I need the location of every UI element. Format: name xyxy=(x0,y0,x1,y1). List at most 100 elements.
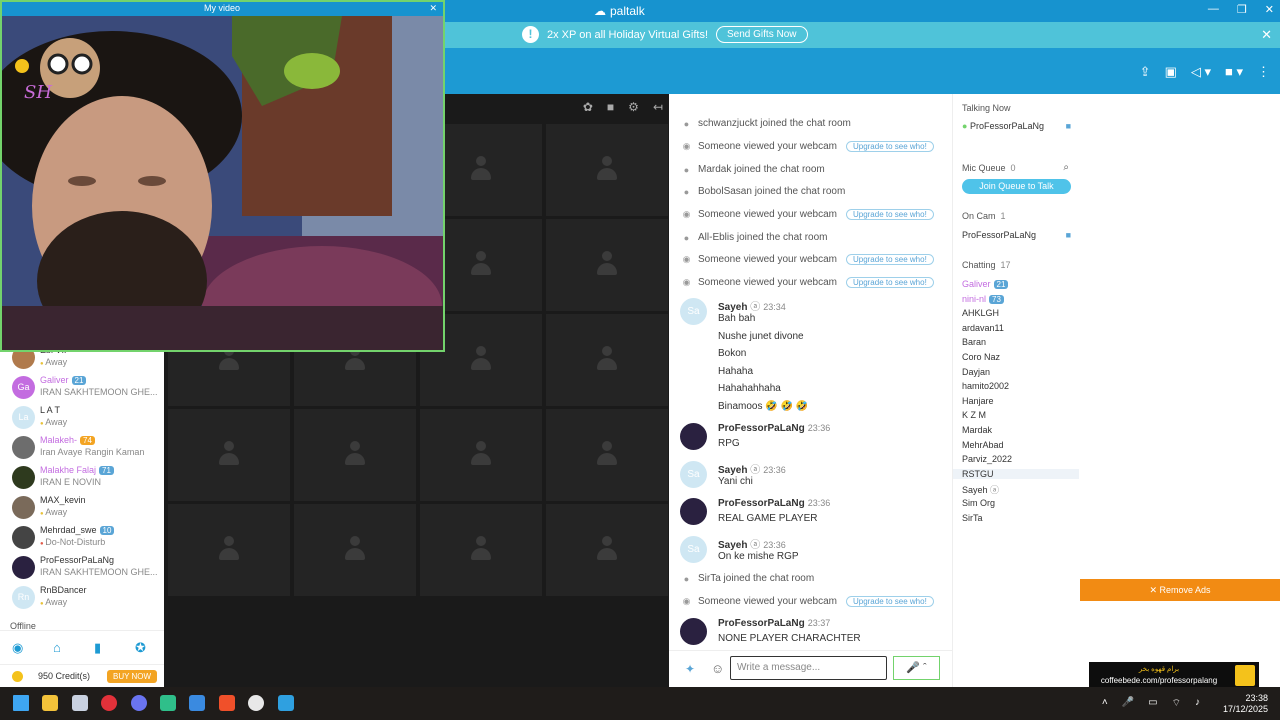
my-video-header[interactable]: My video ✕ xyxy=(2,2,443,16)
user-list-item[interactable]: Mehrdad_swe 10 ● Do-Not-Disturb xyxy=(0,523,164,553)
send-gifts-button[interactable]: Send Gifts Now xyxy=(716,26,808,43)
user-list-item[interactable]: ProFessorPaLaNg IRAN SAKHTEMOON GHE... xyxy=(0,553,164,583)
windows-start-icon[interactable] xyxy=(13,695,29,711)
restore-button[interactable]: ❐ xyxy=(1237,3,1247,16)
video-slot[interactable] xyxy=(294,409,416,501)
participant-item[interactable]: Galiver 21 xyxy=(962,279,1072,289)
clock[interactable]: 23:38 17/12/2025 xyxy=(1223,693,1268,715)
participant-item[interactable]: Coro Naz xyxy=(962,352,1072,362)
mic-tray-icon[interactable]: 🎤 xyxy=(1122,697,1134,710)
participant-item[interactable]: Mardak xyxy=(962,425,1072,435)
user-list-item[interactable]: Ga Galiver 21 IRAN SAKHTEMOON GHE... xyxy=(0,373,164,403)
emoji-icon[interactable]: ☺ xyxy=(711,661,724,676)
video-slot[interactable] xyxy=(546,124,668,216)
avatar[interactable]: Sa xyxy=(680,298,707,325)
avatar[interactable] xyxy=(680,618,707,645)
sender-name[interactable]: ProFessorPaLaNg xyxy=(718,618,805,629)
user-list-item[interactable]: MAX_kevin ● Away xyxy=(0,493,164,523)
participant-item[interactable]: RSTGU xyxy=(953,468,1080,479)
discord-icon[interactable] xyxy=(130,695,147,711)
wifi-icon[interactable]: ⌔ xyxy=(1172,697,1181,710)
app-blue-icon[interactable] xyxy=(189,695,206,711)
sender-name[interactable]: Sayeh xyxy=(718,465,747,476)
popout-icon[interactable]: ✕ xyxy=(429,3,437,14)
app-white-icon[interactable] xyxy=(248,695,265,711)
camera-icon[interactable]: ■ xyxy=(1066,121,1071,131)
user-list-item[interactable]: Rn RnBDancer ● Away xyxy=(0,583,164,613)
participant-item[interactable]: ardavan11 xyxy=(962,323,1072,333)
participant-item[interactable]: Parviz_2022 xyxy=(962,454,1072,464)
sender-name[interactable]: Sayeh xyxy=(718,302,747,313)
display-icon[interactable]: ▭ xyxy=(1148,697,1157,710)
file-explorer-icon[interactable] xyxy=(42,695,59,711)
microphone-button[interactable]: 🎤 ˆ xyxy=(893,656,940,680)
settings-icon[interactable]: ⚙ xyxy=(628,100,639,114)
participant-item[interactable]: nini-nl 73 xyxy=(962,294,1072,304)
user-list-item[interactable]: Malakeh- 74 Iran Avaye Rangin Kaman xyxy=(0,433,164,463)
participant-item[interactable]: AHKLGH xyxy=(962,308,1072,318)
camera-icon[interactable]: ■ xyxy=(607,100,614,114)
participant-item[interactable]: Sim Org xyxy=(962,498,1072,508)
participant-item[interactable]: SirTa xyxy=(962,513,1072,523)
participant-item[interactable]: hamito2002 xyxy=(962,381,1072,391)
video-slot[interactable] xyxy=(546,219,668,311)
home-icon[interactable]: ⌂ xyxy=(53,640,61,655)
user-list-item[interactable]: Ebi VIP ● Away xyxy=(0,350,164,373)
app-green-icon[interactable] xyxy=(160,695,176,711)
search-icon[interactable]: ⌕ xyxy=(1063,162,1069,173)
paltalk-icon[interactable] xyxy=(277,695,294,711)
paw-icon[interactable]: ✿ xyxy=(583,100,593,114)
megaphone-icon[interactable]: ◁ ▾ xyxy=(1191,64,1211,80)
sender-name[interactable]: ProFessorPaLaNg xyxy=(718,423,805,434)
camera-icon[interactable]: ■ xyxy=(1066,230,1071,240)
gift-icon[interactable]: ✦ xyxy=(685,662,695,676)
participant-item[interactable]: K Z M xyxy=(962,410,1072,420)
video-slot[interactable] xyxy=(168,409,290,501)
upgrade-button[interactable]: Upgrade to see who! xyxy=(845,277,934,288)
avatar[interactable]: Sa xyxy=(680,461,707,488)
participant-item[interactable]: Dayjan xyxy=(962,367,1072,377)
join-queue-button[interactable]: Join Queue to Talk xyxy=(962,179,1071,194)
volume-icon[interactable]: ♪ xyxy=(1195,697,1200,710)
avatar[interactable]: Sa xyxy=(680,536,707,563)
user-list-item[interactable]: La L A T ● Away xyxy=(0,403,164,433)
minimize-button[interactable]: — xyxy=(1208,3,1219,16)
video-slot[interactable] xyxy=(294,504,416,596)
video-slot[interactable] xyxy=(420,504,542,596)
stats-icon[interactable]: ▮ xyxy=(94,640,101,656)
sender-name[interactable]: Sayeh xyxy=(718,540,747,551)
support-icon[interactable]: ✪ xyxy=(135,640,146,656)
video-slot[interactable] xyxy=(168,504,290,596)
steam-icon[interactable] xyxy=(71,695,88,711)
ad-banner[interactable]: برام قهوه بخر coffeebede.com/professorpa… xyxy=(1089,662,1259,689)
video-slot[interactable] xyxy=(546,314,668,406)
video-slot[interactable] xyxy=(546,409,668,501)
share-icon[interactable]: ⇪ xyxy=(1140,64,1151,80)
brave-icon[interactable] xyxy=(218,695,235,711)
upgrade-button[interactable]: Upgrade to see who! xyxy=(845,596,934,607)
my-video-window[interactable]: My video ✕ SH xyxy=(0,0,445,352)
upgrade-button[interactable]: Upgrade to see who! xyxy=(845,254,934,265)
more-icon[interactable]: ⋮ xyxy=(1257,64,1270,80)
remove-ads-button[interactable]: ✕ Remove Ads xyxy=(1080,579,1280,601)
compass-icon[interactable]: ◉ xyxy=(12,640,23,656)
upgrade-button[interactable]: Upgrade to see who! xyxy=(845,141,934,152)
participant-item[interactable]: Sayeh ⓐ xyxy=(962,483,1072,496)
participant-item[interactable]: Hanjare xyxy=(962,396,1072,406)
participant-item[interactable]: MehrAbad xyxy=(962,440,1072,450)
user-list-item[interactable]: Malakhe Falaj 71 IRAN E NOVIN xyxy=(0,463,164,493)
message-input[interactable]: Write a message... xyxy=(730,656,887,680)
opera-icon[interactable] xyxy=(101,695,118,711)
chevron-up-icon[interactable]: ˄ xyxy=(1102,697,1108,710)
avatar[interactable] xyxy=(680,498,707,525)
talking-user[interactable]: ● ProFessorPaLaNg xyxy=(962,121,1072,131)
upgrade-button[interactable]: Upgrade to see who! xyxy=(845,209,934,220)
video-slot[interactable] xyxy=(546,504,668,596)
video-slot[interactable] xyxy=(420,409,542,501)
collapse-icon[interactable]: ↤ xyxy=(653,100,663,114)
sender-name[interactable]: ProFessorPaLaNg xyxy=(718,498,805,509)
close-button[interactable]: ✕ xyxy=(1265,3,1274,16)
buy-now-button[interactable]: BUY NOW xyxy=(107,670,158,683)
video-camera-icon[interactable]: ■ ▾ xyxy=(1225,64,1243,80)
gift-icon[interactable]: ▣ xyxy=(1165,64,1177,80)
